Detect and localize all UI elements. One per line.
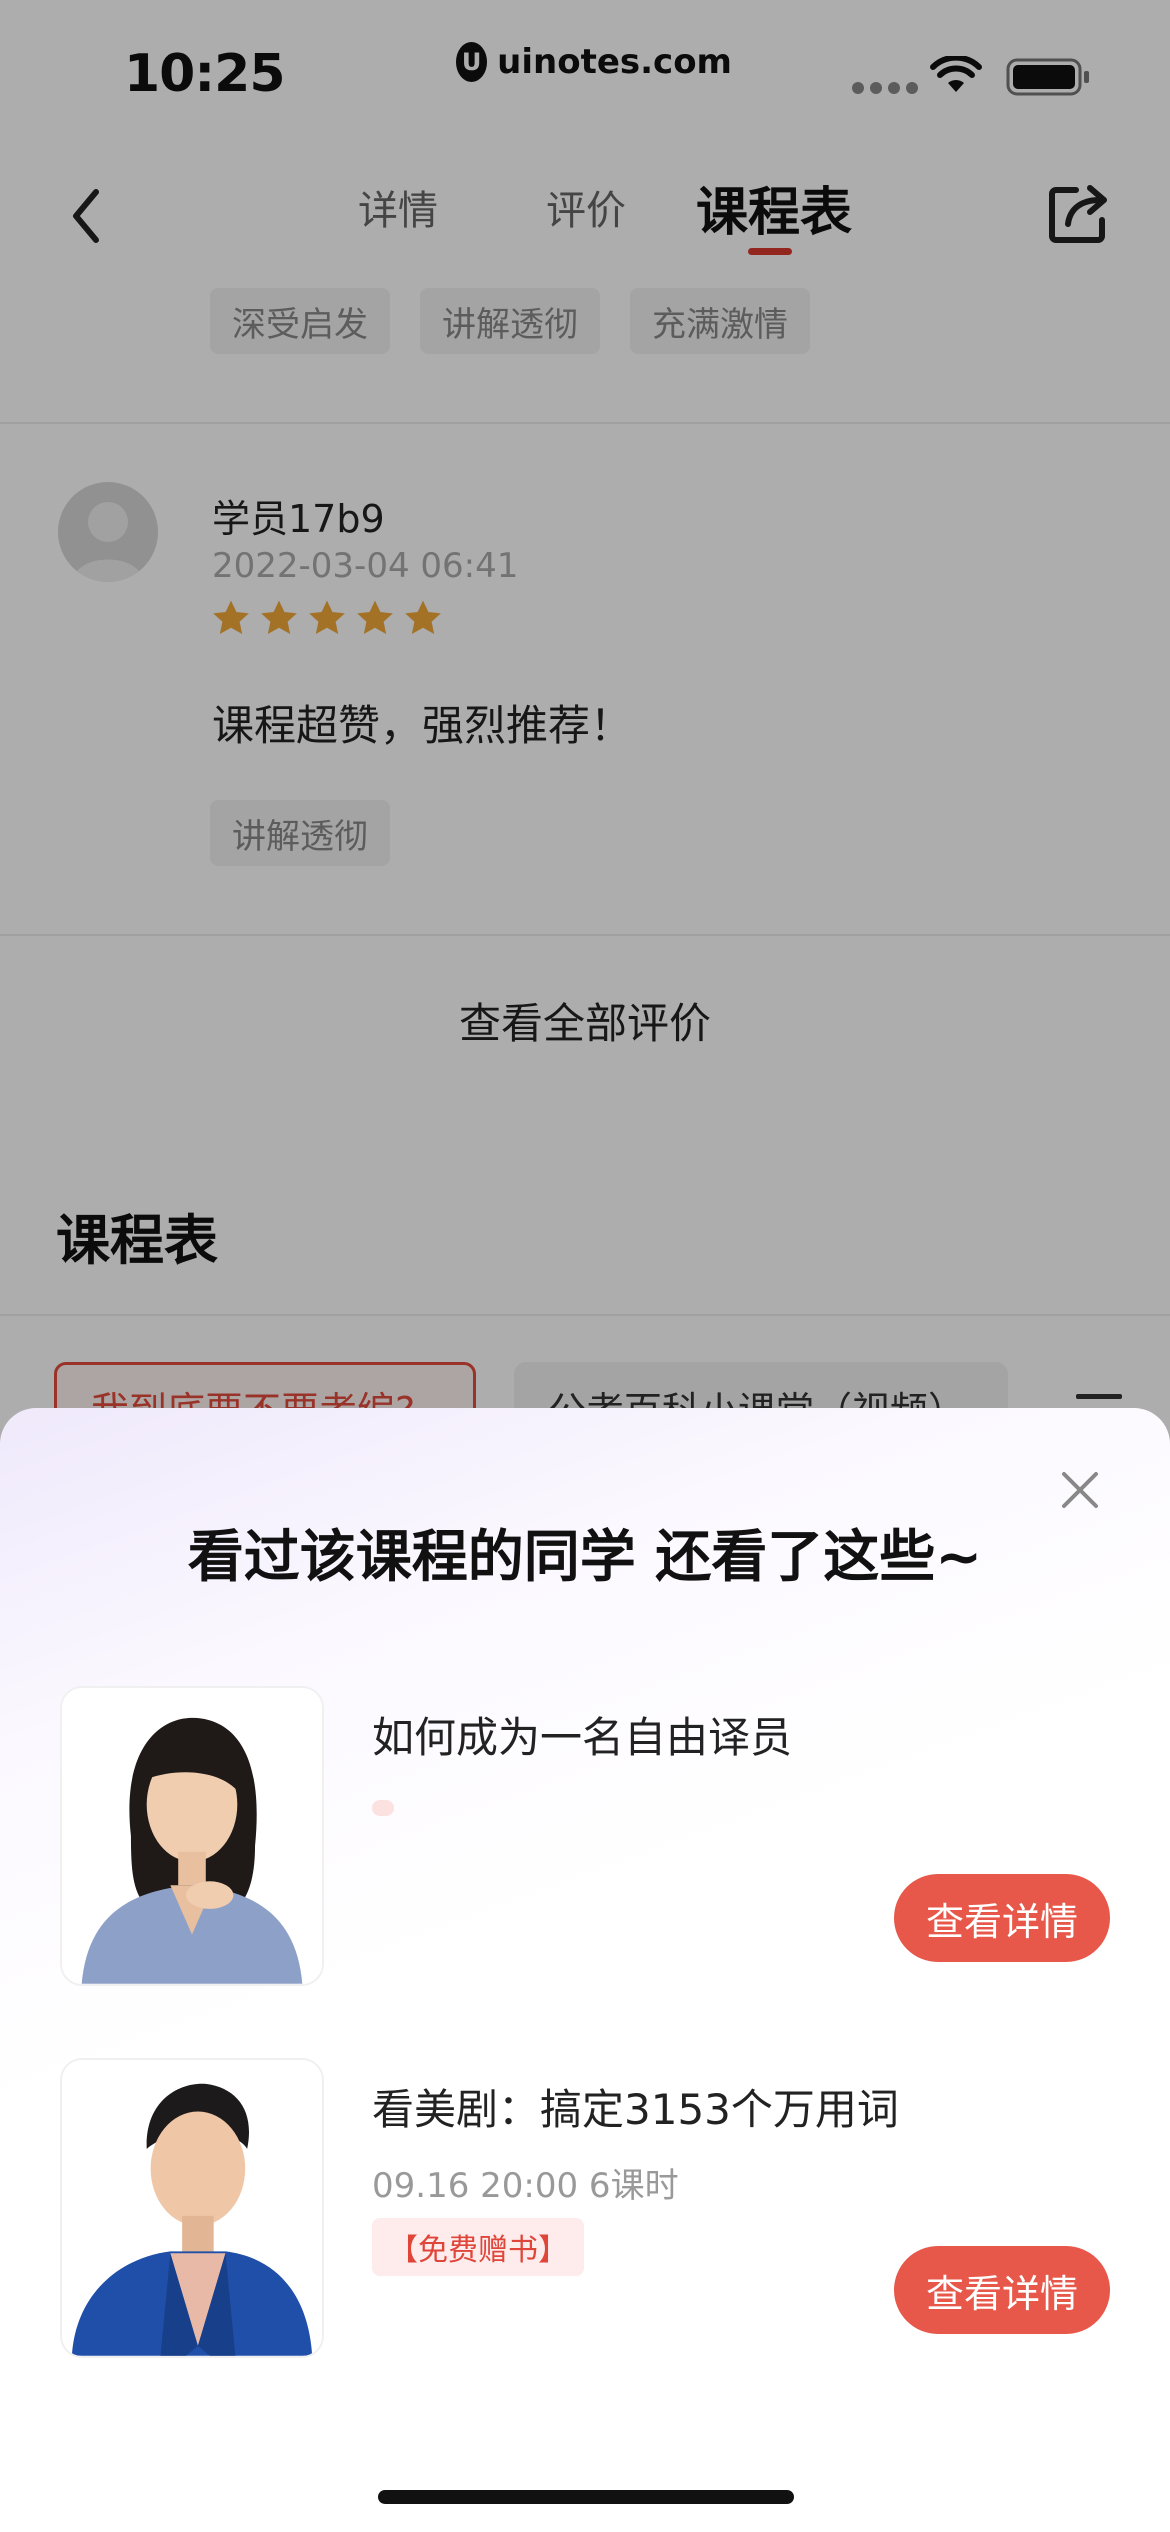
course-tag-placeholder <box>372 1800 394 1816</box>
course-card[interactable]: 如何成为一名自由译员 查看详情 <box>0 1686 1170 1986</box>
teacher-photo <box>62 1688 322 1984</box>
course-title: 如何成为一名自由译员 <box>372 1713 793 1762</box>
course-thumbnail <box>60 1686 324 1986</box>
course-meta: 09.16 20:00 6课时 <box>372 2166 679 2206</box>
view-details-button[interactable]: 查看详情 <box>894 1874 1110 1962</box>
course-thumbnail <box>60 2058 324 2358</box>
recommendation-sheet: 看过该课程的同学 还看了这些~ 如何成为一名自由译员 查看详情 看美剧：搞定31… <box>0 1408 1170 2532</box>
home-indicator[interactable] <box>378 2490 794 2504</box>
view-details-button[interactable]: 查看详情 <box>894 2246 1110 2334</box>
sheet-title: 看过该课程的同学 还看了这些~ <box>187 1525 983 1590</box>
course-title: 看美剧：搞定3153个万用词 <box>372 2085 899 2134</box>
teacher-photo <box>62 2060 322 2356</box>
close-icon[interactable] <box>1058 1468 1102 1512</box>
course-card[interactable]: 看美剧：搞定3153个万用词 09.16 20:00 6课时 【免费赠书】 查看… <box>0 2058 1170 2358</box>
course-tag: 【免费赠书】 <box>372 2218 584 2276</box>
